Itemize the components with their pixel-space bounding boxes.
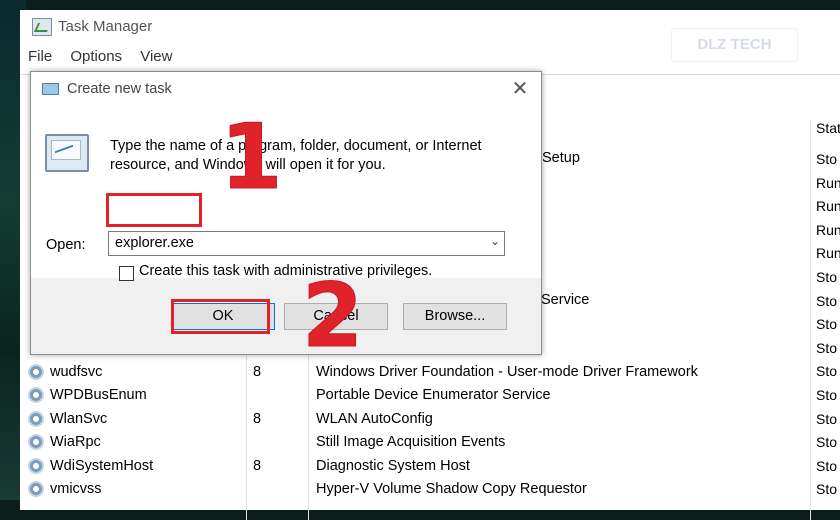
service-pid: 8: [253, 364, 262, 380]
status-cell: Sto: [816, 151, 838, 167]
service-description: Hyper-V Volume Shadow Copy Requestor: [316, 481, 587, 497]
admin-privileges-label[interactable]: Create this task with administrative pri…: [139, 263, 432, 279]
service-pid: 8: [253, 411, 262, 427]
gear-icon: [28, 458, 44, 474]
program-window-icon: [45, 134, 89, 172]
status-cell: Run: [816, 245, 840, 262]
service-description: WLAN AutoConfig: [316, 411, 433, 427]
table-row[interactable]: WdiSystemHost 8 Diagnostic System Host: [20, 455, 820, 478]
open-combobox[interactable]: explorer.exe ⌄: [108, 231, 505, 256]
service-name: vmicvss: [50, 481, 102, 497]
menu-bar: File Options View: [28, 48, 186, 65]
gear-icon: [28, 481, 44, 497]
status-cell: Run: [816, 221, 840, 238]
step-number-1: 1: [220, 105, 284, 210]
menu-options[interactable]: Options: [70, 48, 122, 65]
status-cell: Sto: [816, 292, 838, 309]
browse-button[interactable]: Browse...: [403, 303, 507, 330]
menu-file[interactable]: File: [28, 48, 52, 65]
menu-view[interactable]: View: [140, 48, 172, 65]
admin-privileges-checkbox[interactable]: [119, 266, 134, 281]
dialog-titlebar: Create new task ✕: [31, 72, 541, 106]
table-row[interactable]: WiaRpc Still Image Acquisition Events: [20, 431, 820, 454]
service-description: Diagnostic System Host: [316, 458, 470, 474]
run-icon: [42, 83, 59, 95]
table-row[interactable]: vmicvss Hyper-V Volume Shadow Copy Reque…: [20, 478, 820, 501]
window-title: Task Manager: [58, 18, 153, 35]
description-fragment: Setup: [542, 150, 580, 166]
watermark-logo: DLZ TECH: [671, 28, 798, 62]
gear-icon: [28, 411, 44, 427]
service-description: Portable Device Enumerator Service: [316, 387, 551, 403]
table-row[interactable]: wudfsvc 8 Windows Driver Foundation - Us…: [20, 361, 820, 384]
gear-icon: [28, 387, 44, 403]
table-row[interactable]: WPDBusEnum Portable Device Enumerator Se…: [20, 384, 820, 407]
service-description: Still Image Acquisition Events: [316, 434, 506, 450]
gear-icon: [28, 364, 44, 380]
dialog-title: Create new task: [67, 81, 172, 97]
status-cell: Sto: [816, 316, 838, 333]
task-manager-icon: [32, 18, 52, 36]
status-cell: Run: [816, 174, 840, 191]
chevron-down-icon[interactable]: ⌄: [490, 234, 500, 248]
dialog-body: Type the name of a program, folder, docu…: [31, 106, 541, 281]
open-input-value[interactable]: explorer.exe: [115, 235, 194, 251]
highlight-ok-button: [171, 299, 270, 334]
service-name: WiaRpc: [50, 434, 101, 450]
service-name: wudfsvc: [50, 364, 103, 380]
service-pid: 8: [253, 458, 262, 474]
gear-icon: [28, 434, 44, 450]
service-description: Windows Driver Foundation - User-mode Dr…: [316, 364, 698, 380]
status-cell: Run: [816, 198, 840, 215]
service-name: WPDBusEnum: [50, 387, 147, 403]
close-button[interactable]: ✕: [509, 78, 531, 100]
highlight-open-field: [106, 193, 202, 227]
service-name: WdiSystemHost: [50, 458, 154, 474]
service-name: WlanSvc: [50, 411, 108, 427]
column-header-status[interactable]: Stat: [816, 120, 840, 136]
open-label: Open:: [46, 237, 86, 253]
dialog-description: Type the name of a program, folder, docu…: [110, 138, 482, 173]
status-cell: Sto: [816, 268, 838, 285]
status-cell: Sto: [816, 339, 838, 356]
description-fragment: Service: [541, 292, 590, 308]
step-number-2: 2: [301, 264, 364, 367]
table-row[interactable]: WlanSvc 8 WLAN AutoConfig: [20, 408, 820, 431]
